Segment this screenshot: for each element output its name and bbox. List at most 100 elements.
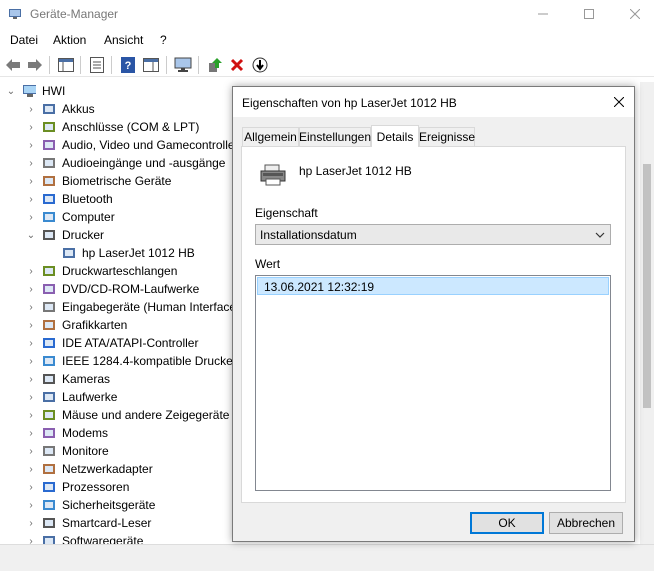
tree-category-item[interactable]: ⌄ Drucker bbox=[26, 226, 104, 244]
action-pane-button[interactable] bbox=[142, 56, 160, 74]
show-hide-console-tree-button[interactable] bbox=[57, 56, 75, 74]
minimize-button[interactable] bbox=[520, 0, 566, 28]
tree-root[interactable]: ⌄ HWI bbox=[6, 82, 66, 100]
tree-category-item[interactable]: › Bluetooth bbox=[26, 190, 112, 208]
list-item[interactable]: 13.06.2021 12:32:19 bbox=[257, 277, 609, 295]
down-arrow-circle-icon bbox=[252, 57, 268, 73]
tree-category-item[interactable]: › Biometrische Geräte bbox=[26, 172, 171, 190]
maximize-button[interactable] bbox=[566, 0, 612, 28]
tree-category-item[interactable]: › DVD/CD-ROM-Laufwerke bbox=[26, 280, 199, 298]
tree-category-item[interactable]: › Netzwerkadapter bbox=[26, 460, 152, 478]
chevron-right-icon[interactable]: › bbox=[26, 482, 36, 493]
vertical-scrollbar[interactable] bbox=[640, 82, 654, 544]
tree-root-label: HWI bbox=[42, 84, 66, 98]
tree-category-item[interactable]: › Mäuse und andere Zeigegeräte bbox=[26, 406, 229, 424]
tree-category-item[interactable]: › Grafikkarten bbox=[26, 316, 127, 334]
chevron-right-icon[interactable]: › bbox=[26, 392, 36, 403]
value-listbox[interactable]: 13.06.2021 12:32:19 bbox=[255, 275, 611, 491]
minimize-icon bbox=[538, 13, 548, 15]
tree-category-item[interactable]: › Smartcard-Leser bbox=[26, 514, 151, 532]
chevron-right-icon[interactable]: › bbox=[26, 410, 36, 421]
chevron-right-icon[interactable]: › bbox=[26, 104, 36, 115]
tree-item-label: Modems bbox=[62, 426, 109, 440]
chevron-right-icon[interactable]: › bbox=[26, 194, 36, 205]
properties-dialog: Eigenschaften von hp LaserJet 1012 HB Al… bbox=[232, 86, 635, 542]
update-driver-button[interactable] bbox=[206, 56, 224, 74]
cancel-button[interactable]: Abbrechen bbox=[549, 512, 623, 534]
chevron-right-icon[interactable]: › bbox=[26, 356, 36, 367]
tree-category-item[interactable]: › Anschlüsse (COM & LPT) bbox=[26, 118, 199, 136]
menu-datei[interactable]: Datei bbox=[10, 33, 38, 47]
device-category-icon bbox=[43, 230, 55, 240]
chevron-right-icon[interactable]: › bbox=[26, 122, 36, 133]
menu-help[interactable]: ? bbox=[160, 33, 167, 47]
tree-category-item[interactable]: › Prozessoren bbox=[26, 478, 129, 496]
device-category-icon bbox=[43, 446, 55, 456]
menu-ansicht[interactable]: Ansicht bbox=[104, 33, 143, 47]
tree-category-item[interactable]: › Audio, Video und Gamecontroller bbox=[26, 136, 239, 154]
chevron-right-icon[interactable]: › bbox=[26, 320, 36, 331]
chevron-right-icon[interactable]: › bbox=[26, 158, 36, 169]
tree-category-item[interactable]: › IEEE 1284.4-kompatible Drucker bbox=[26, 352, 237, 370]
close-button[interactable] bbox=[612, 0, 654, 28]
tree-item-label: Prozessoren bbox=[62, 480, 130, 494]
chevron-down-icon[interactable]: ⌄ bbox=[6, 86, 16, 97]
printer-icon bbox=[260, 164, 286, 186]
tree-category-item[interactable]: › Softwaregeräte bbox=[26, 532, 143, 544]
tree-category-item[interactable]: › Akkus bbox=[26, 100, 94, 118]
menu-aktion[interactable]: Aktion bbox=[53, 33, 86, 47]
chevron-right-icon[interactable]: › bbox=[26, 536, 36, 545]
tree-device-item[interactable]: hp LaserJet 1012 HB bbox=[46, 244, 195, 262]
tab-allgemein[interactable]: Allgemein bbox=[242, 127, 299, 146]
tree-category-item[interactable]: › Computer bbox=[26, 208, 114, 226]
tab-details[interactable]: Details bbox=[371, 125, 419, 147]
tree-category-item[interactable]: › Audioeingänge und -ausgänge bbox=[26, 154, 225, 172]
tree-item-label: Softwaregeräte bbox=[62, 534, 144, 544]
chevron-right-icon[interactable]: › bbox=[26, 374, 36, 385]
chevron-right-icon[interactable]: › bbox=[26, 140, 36, 151]
properties-button[interactable] bbox=[88, 56, 106, 74]
chevron-right-icon[interactable]: › bbox=[26, 428, 36, 439]
chevron-right-icon[interactable]: › bbox=[26, 284, 36, 295]
tree-category-item[interactable]: › Sicherheitsgeräte bbox=[26, 496, 155, 514]
chevron-right-icon[interactable]: › bbox=[26, 464, 36, 475]
scan-hardware-button[interactable] bbox=[174, 56, 192, 74]
chevron-right-icon[interactable]: › bbox=[26, 338, 36, 349]
status-bar bbox=[0, 544, 654, 571]
tree-category-item[interactable]: › Monitore bbox=[26, 442, 108, 460]
dialog-close-button[interactable] bbox=[604, 87, 634, 117]
tree-category-item[interactable]: › Laufwerke bbox=[26, 388, 117, 406]
device-category-icon bbox=[43, 500, 55, 510]
tab-ereignisse[interactable]: Ereignisse bbox=[419, 127, 475, 146]
device-manager-app-icon bbox=[9, 9, 21, 19]
property-select[interactable]: Installationsdatum bbox=[255, 224, 611, 245]
chevron-right-icon[interactable]: › bbox=[26, 518, 36, 529]
chevron-right-icon[interactable]: › bbox=[26, 500, 36, 511]
ok-button[interactable]: OK bbox=[470, 512, 544, 534]
tab-einstellungen[interactable]: Einstellungen bbox=[299, 127, 371, 146]
device-category-icon bbox=[43, 392, 55, 402]
tree-item-label: Biometrische Geräte bbox=[62, 174, 172, 188]
chevron-right-icon[interactable]: › bbox=[26, 302, 36, 313]
tree-category-item[interactable]: › Modems bbox=[26, 424, 108, 442]
computer-icon bbox=[23, 85, 36, 97]
chevron-right-icon[interactable]: › bbox=[26, 266, 36, 277]
forward-button[interactable] bbox=[26, 56, 44, 74]
help-button[interactable]: ? bbox=[119, 56, 137, 74]
scrollbar-thumb[interactable] bbox=[643, 164, 651, 408]
back-arrow-icon bbox=[6, 59, 20, 71]
tree-category-item[interactable]: › IDE ATA/ATAPI-Controller bbox=[26, 334, 198, 352]
chevron-right-icon[interactable]: › bbox=[26, 176, 36, 187]
tree-category-item[interactable]: › Kameras bbox=[26, 370, 110, 388]
tree-item-label: hp LaserJet 1012 HB bbox=[82, 246, 195, 260]
tree-item-label: Audio, Video und Gamecontroller bbox=[62, 138, 239, 152]
chevron-right-icon[interactable]: › bbox=[26, 446, 36, 457]
tree-item-label: IEEE 1284.4-kompatible Drucker bbox=[62, 354, 237, 368]
uninstall-device-button[interactable] bbox=[228, 56, 246, 74]
main-title-bar: Geräte-Manager bbox=[0, 0, 654, 28]
disable-device-button[interactable] bbox=[251, 56, 269, 74]
back-button[interactable] bbox=[4, 56, 22, 74]
tree-category-item[interactable]: › Druckwarteschlangen bbox=[26, 262, 177, 280]
chevron-right-icon[interactable]: › bbox=[26, 212, 36, 223]
chevron-down-icon[interactable]: ⌄ bbox=[26, 230, 36, 241]
